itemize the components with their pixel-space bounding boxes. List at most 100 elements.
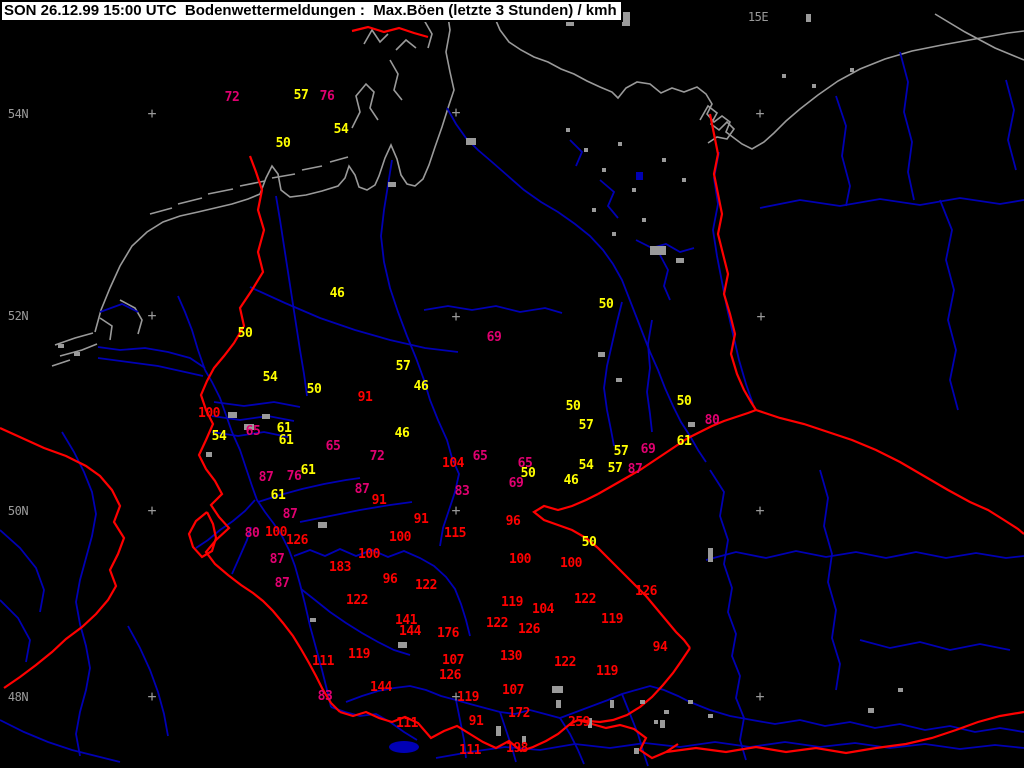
station-gust-value: 57 bbox=[607, 460, 623, 476]
grid-cross-icon: + bbox=[451, 103, 461, 122]
station-gust-value: 54 bbox=[262, 369, 278, 385]
grid-label: 15E bbox=[747, 10, 769, 24]
station-gust-value: 144 bbox=[399, 623, 421, 639]
station-gust-value: 50 bbox=[237, 325, 253, 341]
station-gust-value: 130 bbox=[500, 648, 522, 664]
station-gust-value: 57 bbox=[395, 358, 411, 374]
station-gust-value: 87 bbox=[282, 506, 298, 522]
station-gust-value: 57 bbox=[578, 417, 594, 433]
station-gust-value: 119 bbox=[348, 646, 370, 662]
station-gust-value: 57 bbox=[613, 443, 629, 459]
station-gust-value: 176 bbox=[437, 625, 459, 641]
station-gust-value: 144 bbox=[370, 679, 392, 695]
grid-label: 52N bbox=[7, 309, 29, 323]
station-gust-value: 122 bbox=[346, 592, 368, 608]
station-gust-value: 46 bbox=[413, 378, 429, 394]
station-gust-value: 46 bbox=[563, 472, 579, 488]
station-gust-value: 50 bbox=[598, 296, 614, 312]
grid-cross-icon: + bbox=[147, 306, 157, 325]
station-gust-value: 50 bbox=[565, 398, 581, 414]
station-gust-value: 83 bbox=[317, 688, 333, 704]
station-gust-value: 126 bbox=[635, 583, 657, 599]
station-gust-value: 72 bbox=[224, 89, 240, 105]
station-gust-value: 69 bbox=[640, 441, 656, 457]
station-gust-value: 198 bbox=[506, 740, 528, 756]
station-gust-value: 126 bbox=[518, 621, 540, 637]
station-gust-value: 172 bbox=[508, 705, 530, 721]
station-gust-value: 94 bbox=[652, 639, 668, 655]
station-gust-value: 119 bbox=[596, 663, 618, 679]
station-gust-value: 54 bbox=[211, 428, 227, 444]
station-gust-value: 83 bbox=[454, 483, 470, 499]
station-gust-value: 91 bbox=[371, 492, 387, 508]
station-gust-value: 122 bbox=[554, 654, 576, 670]
station-gust-value: 76 bbox=[319, 88, 335, 104]
station-gust-value: 69 bbox=[508, 475, 524, 491]
station-gust-value: 65 bbox=[472, 448, 488, 464]
grid-cross-icon: + bbox=[755, 687, 765, 706]
station-gust-value: 54 bbox=[578, 457, 594, 473]
station-gust-value: 183 bbox=[329, 559, 351, 575]
station-gust-value: 54 bbox=[333, 121, 349, 137]
station-gust-value: 119 bbox=[457, 689, 479, 705]
station-gust-value: 104 bbox=[532, 601, 554, 617]
station-gust-value: 61 bbox=[300, 462, 316, 478]
station-gust-value: 100 bbox=[265, 524, 287, 540]
grid-label: 54N bbox=[7, 107, 29, 121]
station-gust-value: 87 bbox=[354, 481, 370, 497]
station-gust-value: 96 bbox=[382, 571, 398, 587]
grid-cross-icon: + bbox=[147, 687, 157, 706]
station-gust-value: 61 bbox=[676, 433, 692, 449]
station-gust-value: 107 bbox=[502, 682, 524, 698]
station-gust-value: 111 bbox=[396, 715, 418, 731]
station-gust-value: 126 bbox=[439, 667, 461, 683]
station-gust-value: 100 bbox=[389, 529, 411, 545]
station-gust-value: 111 bbox=[312, 653, 334, 669]
station-gust-value: 104 bbox=[442, 455, 464, 471]
station-gust-value: 96 bbox=[505, 513, 521, 529]
station-gust-value: 61 bbox=[278, 432, 294, 448]
grid-cross-icon: + bbox=[451, 307, 461, 326]
grid-cross-icon: + bbox=[451, 501, 461, 520]
station-gust-value: 61 bbox=[270, 487, 286, 503]
station-gust-value: 122 bbox=[486, 615, 508, 631]
station-gust-value: 91 bbox=[468, 713, 484, 729]
station-gust-value: 259 bbox=[568, 714, 590, 730]
grid-cross-icon: + bbox=[756, 307, 766, 326]
station-gust-value: 80 bbox=[704, 412, 720, 428]
station-gust-value: 65 bbox=[245, 423, 261, 439]
station-gust-value: 72 bbox=[369, 448, 385, 464]
station-gust-value: 107 bbox=[442, 652, 464, 668]
station-gust-value: 91 bbox=[413, 511, 429, 527]
station-gust-value: 76 bbox=[286, 468, 302, 484]
station-gust-value: 100 bbox=[198, 405, 220, 421]
station-gust-value: 91 bbox=[357, 389, 373, 405]
map-title-bar: SON 26.12.99 15:00 UTC Bodenwettermeldun… bbox=[0, 0, 623, 22]
grid-label: 48N bbox=[7, 690, 29, 704]
station-gust-value: 57 bbox=[293, 87, 309, 103]
station-gust-value: 65 bbox=[325, 438, 341, 454]
station-gust-value: 122 bbox=[415, 577, 437, 593]
station-gust-value: 50 bbox=[275, 135, 291, 151]
station-gust-value: 87 bbox=[627, 461, 643, 477]
station-gust-value: 100 bbox=[509, 551, 531, 567]
station-gust-value: 119 bbox=[501, 594, 523, 610]
station-gust-value: 111 bbox=[459, 742, 481, 758]
coastline-layer bbox=[51, 0, 1024, 367]
station-gust-value: 87 bbox=[274, 575, 290, 591]
grid-cross-icon: + bbox=[147, 104, 157, 123]
station-gust-value: 80 bbox=[244, 525, 260, 541]
station-gust-value: 50 bbox=[676, 393, 692, 409]
station-gust-value: 87 bbox=[269, 551, 285, 567]
station-gust-value: 115 bbox=[444, 525, 466, 541]
station-gust-value: 50 bbox=[581, 534, 597, 550]
station-gust-value: 126 bbox=[286, 532, 308, 548]
grid-cross-icon: + bbox=[755, 501, 765, 520]
grid-cross-icon: + bbox=[755, 104, 765, 123]
station-gust-value: 50 bbox=[306, 381, 322, 397]
station-gust-value: 100 bbox=[358, 546, 380, 562]
grid-label: 50N bbox=[7, 504, 29, 518]
station-gust-value: 46 bbox=[329, 285, 345, 301]
station-gust-value: 69 bbox=[486, 329, 502, 345]
station-gust-value: 46 bbox=[394, 425, 410, 441]
